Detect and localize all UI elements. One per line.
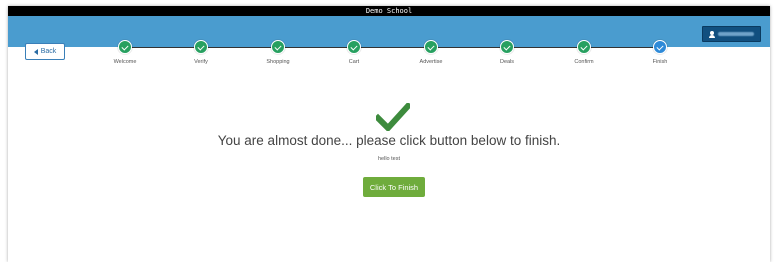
step-label: Shopping [266,59,290,65]
step-confirm: Confirm [554,40,614,65]
back-button[interactable]: Back [25,43,65,60]
step-shopping: Shopping [248,40,308,65]
step-cart: Cart [324,40,384,65]
back-button-label: Back [40,48,57,55]
user-name [718,32,754,36]
step-done-icon [577,40,591,54]
step-welcome: Welcome [95,40,155,65]
user-menu-button[interactable] [702,26,761,42]
step-label: Deals [499,59,515,65]
step-done-icon [347,40,361,54]
step-deals: Deals [477,40,537,65]
step-done-icon [424,40,438,54]
step-current-icon [653,40,667,54]
caret-left-icon [33,48,38,55]
step-done-icon [194,40,208,54]
step-label: Confirm [574,59,594,65]
completion-heading: You are almost done... please click butt… [217,133,561,148]
step-finish: Finish [630,40,690,65]
completion-subtext: hello test [377,156,400,162]
checkmark-icon [376,103,410,131]
step-label: Verify [194,59,208,65]
step-advertise: Advertise [401,40,461,65]
user-icon [709,30,715,38]
step-done-icon [271,40,285,54]
step-label: Advertise [419,59,443,65]
app-window: Demo School Back Welcome Verify Shopping… [8,6,770,262]
step-verify: Verify [171,40,231,65]
finish-button[interactable]: Click To Finish [363,177,425,197]
step-label: Cart [348,59,360,65]
step-label: Finish [652,59,668,65]
step-done-icon [500,40,514,54]
step-done-icon [118,40,132,54]
step-label: Welcome [113,59,137,65]
window-title: Demo School [8,6,770,16]
